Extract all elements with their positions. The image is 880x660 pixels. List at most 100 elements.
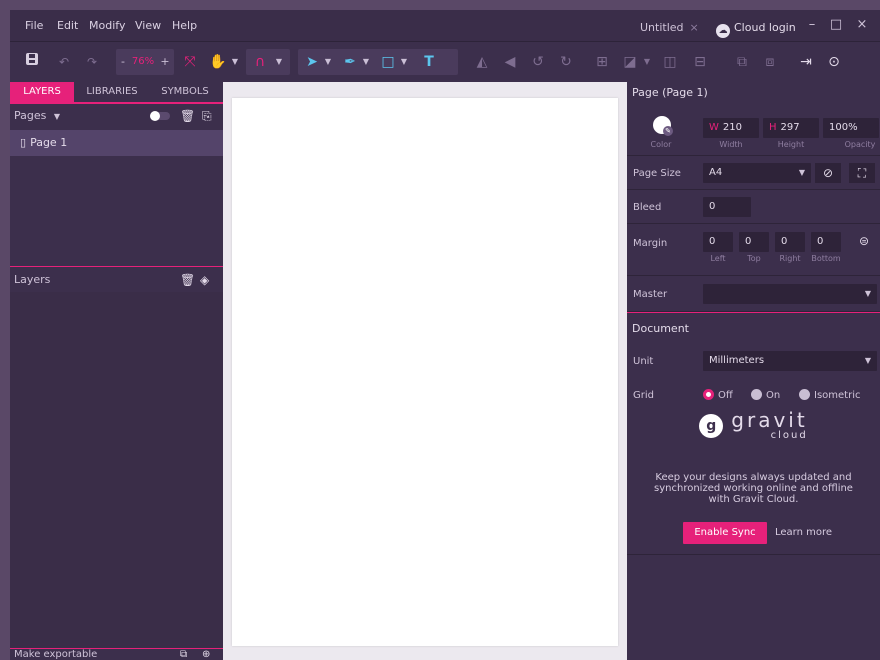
boolean-dropdown-icon[interactable]: ▼ bbox=[642, 50, 652, 74]
add-export-icon[interactable]: ⊕ bbox=[202, 649, 210, 660]
page-resize-icon[interactable]: ⛶ bbox=[849, 163, 875, 183]
width-field[interactable]: W 210 bbox=[703, 118, 759, 138]
sync-divider bbox=[627, 554, 880, 555]
bleed-field[interactable]: 0 bbox=[703, 197, 751, 217]
dimensions-row: ✎ Color W 210 Width H 297 Height 100% Opac… bbox=[627, 104, 880, 156]
tools-group: ➤ ▼ ✒ ▼ □ ▼ T bbox=[298, 49, 458, 75]
delete-page-icon[interactable]: 🗑 bbox=[180, 104, 195, 128]
shape-dropdown-icon[interactable]: ▼ bbox=[398, 50, 410, 74]
pages-header: Pages ▼ 🗑 ⎘ bbox=[10, 104, 223, 128]
unit-row: Unit Millimeters ▼ bbox=[627, 345, 880, 379]
align-icon[interactable]: ⊟ bbox=[690, 50, 710, 74]
flip-horizontal-icon[interactable]: ◭ bbox=[472, 50, 492, 74]
pointer-tool-icon[interactable]: ➤ bbox=[302, 50, 322, 74]
layers-label: Layers bbox=[14, 273, 51, 286]
pen-tool-icon[interactable]: ✒ bbox=[340, 50, 360, 74]
snap-dropdown-icon[interactable]: ▼ bbox=[272, 50, 286, 74]
magnet-icon[interactable]: ∩ bbox=[250, 50, 270, 74]
document-tab[interactable]: Untitled × bbox=[640, 16, 699, 40]
menu-help[interactable]: Help bbox=[165, 10, 204, 42]
cloud-login-button[interactable]: ☁ Cloud login bbox=[716, 16, 796, 40]
margin-right-field[interactable]: 0 bbox=[775, 232, 805, 252]
panel-divider bbox=[10, 266, 223, 267]
cloud-icon: ☁ bbox=[716, 24, 730, 38]
hand-tool-icon[interactable]: ✋ bbox=[208, 50, 228, 74]
add-layer-icon[interactable]: ◈ bbox=[200, 268, 209, 292]
page-properties-header: Page (Page 1) bbox=[632, 86, 708, 99]
app-window: File Edit Modify View Help Untitled × ☁ Cl… bbox=[10, 10, 880, 660]
menu-view[interactable]: View bbox=[128, 10, 168, 42]
unit-select[interactable]: Millimeters ▼ bbox=[703, 351, 877, 371]
make-exportable-label[interactable]: Make exportable bbox=[14, 649, 97, 660]
page-icon: ▯ bbox=[20, 136, 27, 149]
margin-top-field[interactable]: 0 bbox=[739, 232, 769, 252]
tab-layers[interactable]: LAYERS bbox=[10, 82, 74, 102]
add-page-icon[interactable]: ⎘ bbox=[202, 104, 212, 128]
maximize-icon[interactable]: □ bbox=[824, 10, 848, 42]
delete-layer-icon[interactable]: 🗑 bbox=[180, 268, 195, 292]
mask-icon[interactable]: ◫ bbox=[660, 50, 680, 74]
margin-right-label: Right bbox=[779, 254, 801, 263]
height-field[interactable]: H 297 bbox=[763, 118, 819, 138]
menu-file[interactable]: File bbox=[18, 10, 50, 42]
tab-symbols[interactable]: SYMBOLS bbox=[152, 82, 218, 102]
flip-vertical-icon[interactable]: ◀ bbox=[500, 50, 520, 74]
export-icon[interactable]: ⇥ bbox=[796, 50, 816, 74]
margin-bottom-field[interactable]: 0 bbox=[811, 232, 841, 252]
master-select[interactable]: ▼ bbox=[703, 284, 877, 304]
rotate-left-icon[interactable]: ↺ bbox=[528, 50, 548, 74]
learn-more-link[interactable]: Learn more bbox=[775, 522, 832, 544]
zoom-in-button[interactable]: + bbox=[159, 50, 171, 74]
grid-off-radio[interactable]: Off bbox=[703, 389, 733, 401]
zoom-out-button[interactable]: - bbox=[118, 50, 128, 74]
window-close-icon[interactable]: × bbox=[850, 10, 874, 42]
layers-header: Layers 🗑 ◈ bbox=[10, 268, 223, 292]
grid-on-radio[interactable]: On bbox=[751, 389, 780, 401]
menu-modify[interactable]: Modify bbox=[82, 10, 132, 42]
orientation-icon[interactable]: ⊘ bbox=[815, 163, 841, 183]
menu-edit[interactable]: Edit bbox=[50, 10, 85, 42]
present-icon[interactable]: ⊙ bbox=[824, 50, 844, 74]
send-backward-icon[interactable]: ⧈ bbox=[760, 50, 780, 74]
undo-icon[interactable]: ↶ bbox=[54, 50, 74, 74]
margin-link-icon[interactable]: ⊜ bbox=[859, 234, 869, 248]
boolean-icon[interactable]: ◪ bbox=[620, 50, 640, 74]
enable-sync-button[interactable]: Enable Sync bbox=[683, 522, 767, 544]
page-size-select[interactable]: A4 ▼ bbox=[703, 163, 811, 183]
group-icon[interactable]: ⊞ bbox=[592, 50, 612, 74]
color-label: Color bbox=[650, 140, 672, 149]
gravit-cloud-logo: g gravit cloud bbox=[627, 410, 880, 442]
opacity-field[interactable]: 100% bbox=[823, 118, 879, 138]
margin-left-field[interactable]: 0 bbox=[703, 232, 733, 252]
redo-icon[interactable]: ↷ bbox=[82, 50, 102, 74]
zoom-value[interactable]: 76% bbox=[128, 50, 158, 74]
close-tab-icon[interactable]: × bbox=[690, 21, 699, 34]
bleed-row: Bleed 0 bbox=[627, 190, 880, 224]
margin-label: Margin bbox=[633, 238, 668, 249]
pages-dropdown-icon[interactable]: ▼ bbox=[54, 112, 60, 121]
pointer-dropdown-icon[interactable]: ▼ bbox=[322, 50, 334, 74]
fit-zoom-icon[interactable]: ⤧ bbox=[180, 50, 200, 74]
width-label: Width bbox=[719, 140, 743, 149]
gravit-logo-icon: g bbox=[699, 414, 724, 438]
text-tool-icon[interactable]: T bbox=[418, 50, 440, 74]
pages-toggle[interactable] bbox=[150, 111, 170, 121]
page-artboard[interactable] bbox=[232, 98, 618, 646]
tab-libraries[interactable]: LIBRARIES bbox=[80, 82, 144, 102]
canvas-area[interactable] bbox=[223, 82, 627, 660]
grid-isometric-radio[interactable]: Isometric bbox=[799, 389, 860, 401]
height-label: Height bbox=[777, 140, 805, 149]
save-icon[interactable] bbox=[22, 50, 42, 74]
page-list-item[interactable]: ▯ Page 1 bbox=[10, 130, 223, 156]
panel-tabs: LAYERS LIBRARIES SYMBOLS bbox=[10, 82, 223, 104]
hand-dropdown-icon[interactable]: ▼ bbox=[230, 50, 240, 74]
minimize-icon[interactable]: – bbox=[800, 10, 824, 42]
rotate-right-icon[interactable]: ↻ bbox=[556, 50, 576, 74]
page-size-row: Page Size A4 ▼ ⊘ ⛶ bbox=[627, 156, 880, 190]
export-footer: Make exportable ⧉ ⊕ bbox=[10, 649, 223, 660]
snap-group: ∩ ▼ bbox=[246, 49, 290, 75]
bring-forward-icon[interactable]: ⧉ bbox=[732, 50, 752, 74]
export-settings-icon[interactable]: ⧉ bbox=[180, 649, 187, 660]
pen-dropdown-icon[interactable]: ▼ bbox=[360, 50, 372, 74]
rectangle-tool-icon[interactable]: □ bbox=[378, 50, 398, 74]
